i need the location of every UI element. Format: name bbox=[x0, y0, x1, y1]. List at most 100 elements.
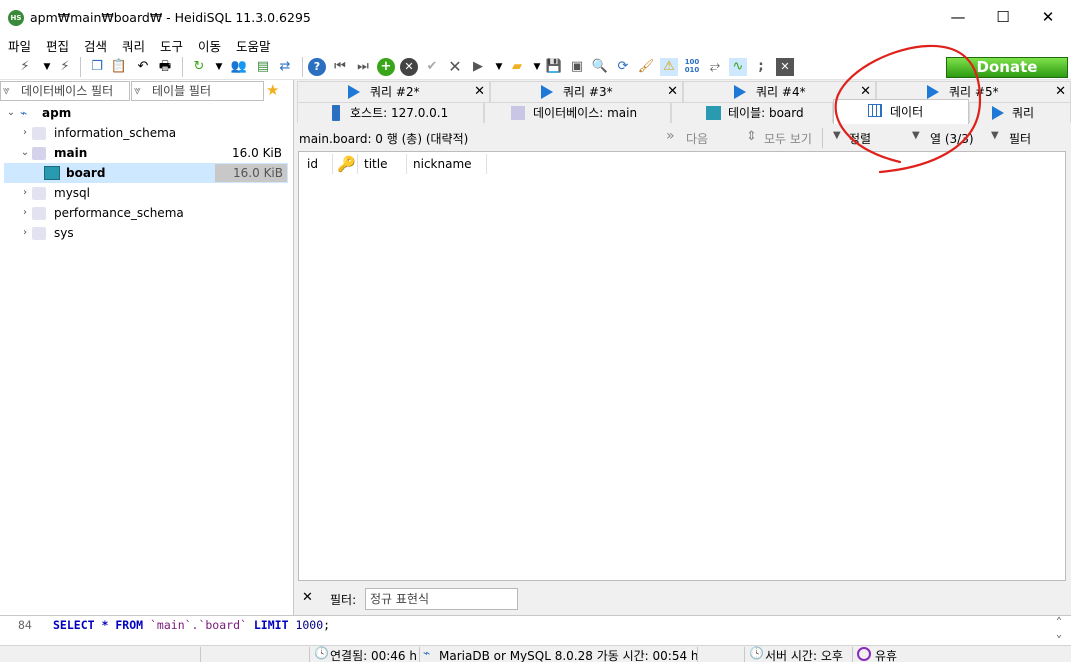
chevron-right-icon[interactable]: › bbox=[20, 223, 30, 243]
chevron-down-icon[interactable]: ⌄ bbox=[6, 103, 16, 123]
tab-host[interactable]: 호스트: 127.0.0.1 bbox=[297, 102, 484, 123]
warning-icon[interactable]: ⚠ bbox=[660, 58, 678, 76]
close-button[interactable]: ✕ bbox=[1025, 0, 1071, 34]
tree-item-label: mysql bbox=[54, 186, 90, 200]
tab-query-2[interactable]: 쿼리 #2* ✕ bbox=[297, 81, 490, 102]
connect-icon[interactable]: ⚡ bbox=[16, 58, 34, 76]
tree-item-board[interactable]: board 16.0 KiB bbox=[4, 163, 288, 183]
tree-item-performance-schema[interactable]: › performance_schema bbox=[0, 203, 290, 223]
menu-query[interactable]: 쿼리 bbox=[122, 36, 145, 55]
column-header-title[interactable]: title bbox=[357, 154, 407, 174]
undo-icon[interactable]: ↶ bbox=[134, 58, 152, 76]
tab-label: 호스트: 127.0.0.1 bbox=[350, 106, 449, 120]
title-bar: HS apm₩main₩board₩ - HeidiSQL 11.3.0.629… bbox=[0, 0, 1071, 34]
sql-log[interactable]: 84 SELECT * FROM `main`.`board` LIMIT 10… bbox=[0, 615, 1071, 645]
database-tree-panel: 데이터베이스 필터 ⩔ 테이블 필터 ⩔ ★ ⌄ ⌁ apm › informa… bbox=[0, 80, 294, 615]
dropdown-arrow-icon[interactable]: ▼ bbox=[490, 58, 508, 76]
next-button[interactable]: 다음 bbox=[686, 130, 708, 147]
database-filter-input[interactable]: 데이터베이스 필터 bbox=[0, 81, 130, 101]
window-title: apm₩main₩board₩ - HeidiSQL 11.3.0.6295 bbox=[30, 10, 311, 25]
play-icon bbox=[541, 85, 553, 99]
tab-query-3[interactable]: 쿼리 #3* ✕ bbox=[490, 81, 683, 102]
column-header-id[interactable]: id bbox=[301, 154, 333, 174]
maximize-button[interactable]: ☐ bbox=[980, 0, 1026, 34]
server-icon: ⌁ bbox=[20, 106, 28, 120]
dropdown-arrow-icon[interactable]: ▼ bbox=[38, 58, 56, 76]
tab-table[interactable]: 테이블: board bbox=[671, 102, 833, 123]
menu-tools[interactable]: 도구 bbox=[160, 36, 183, 55]
chevron-right-icon[interactable]: › bbox=[20, 183, 30, 203]
close-icon[interactable]: ✕ bbox=[667, 82, 678, 102]
print-icon[interactable]: 🖶 bbox=[156, 58, 174, 76]
delete-row-icon[interactable]: ✕ bbox=[400, 58, 418, 76]
menu-help[interactable]: 도움말 bbox=[236, 36, 271, 55]
tree-item-mysql[interactable]: › mysql bbox=[0, 183, 290, 203]
table-filter-input[interactable]: 테이블 필터 bbox=[131, 81, 264, 101]
run-icon[interactable]: ▶ bbox=[469, 58, 487, 76]
replace-icon[interactable]: ⟳ bbox=[614, 58, 632, 76]
primary-key-icon: 🔑 bbox=[337, 155, 356, 173]
help-icon[interactable]: ? bbox=[308, 58, 326, 76]
server-time: 서버 시간: 오후 bbox=[765, 649, 843, 662]
tree-item-information-schema[interactable]: › information_schema bbox=[0, 123, 290, 143]
menu-edit[interactable]: 편집 bbox=[46, 36, 69, 55]
copy-icon[interactable]: ❐ bbox=[88, 58, 106, 76]
last-record-icon[interactable]: ⏭ bbox=[354, 58, 372, 76]
refresh-icon[interactable]: ↻ bbox=[190, 58, 208, 76]
close-filter-button[interactable]: ✕ bbox=[302, 590, 313, 605]
minimize-button[interactable]: — bbox=[935, 0, 981, 34]
close-icon[interactable]: ✕ bbox=[1055, 82, 1066, 102]
cancel-icon[interactable]: ✕ bbox=[446, 58, 464, 76]
funnel-icon: ⩔ bbox=[134, 83, 141, 97]
import-icon[interactable]: ⇄ bbox=[276, 58, 294, 76]
user-manager-icon[interactable]: 👥 bbox=[230, 58, 248, 76]
column-header-nickname[interactable]: nickname bbox=[407, 154, 487, 174]
close-tab-icon[interactable]: ✕ bbox=[776, 58, 794, 76]
dropdown-arrow-icon[interactable]: ▼ bbox=[528, 58, 546, 76]
close-icon[interactable]: ✕ bbox=[474, 82, 485, 102]
scroll-up-icon[interactable]: ⌃ bbox=[1056, 616, 1062, 627]
database-icon bbox=[32, 227, 46, 240]
search-icon[interactable]: 🔍 bbox=[591, 58, 609, 76]
disconnect-icon[interactable]: ⚡ bbox=[56, 58, 74, 76]
semicolon-icon[interactable]: ; bbox=[752, 58, 770, 76]
tree-item-label: apm bbox=[42, 106, 72, 120]
autocomplete-icon[interactable]: ∿ bbox=[729, 58, 747, 76]
filter-regex-input[interactable]: 정규 표현식 bbox=[365, 588, 518, 610]
database-icon bbox=[32, 147, 46, 160]
tree-item-sys[interactable]: › sys bbox=[0, 223, 290, 243]
chevron-right-icon[interactable]: › bbox=[20, 203, 30, 223]
tree-item-size: 16.0 KiB bbox=[232, 146, 282, 160]
favorite-star-icon[interactable]: ★ bbox=[266, 81, 279, 99]
filter-button[interactable]: 필터 bbox=[1009, 130, 1031, 147]
first-record-icon[interactable]: ⏮ bbox=[331, 58, 349, 76]
tree-item-main[interactable]: ⌄ main 16.0 KiB bbox=[0, 143, 290, 163]
menu-search[interactable]: 검색 bbox=[84, 36, 107, 55]
save-snippet-icon[interactable]: ▣ bbox=[568, 58, 586, 76]
open-folder-icon[interactable]: ▰ bbox=[508, 58, 526, 76]
save-icon[interactable]: 💾 bbox=[545, 58, 563, 76]
connected-time: 연결됨: 00:46 h bbox=[330, 649, 417, 662]
export-icon[interactable]: ▤ bbox=[254, 58, 272, 76]
add-row-icon[interactable]: + bbox=[377, 58, 395, 76]
menu-file[interactable]: 파일 bbox=[8, 36, 31, 55]
paste-icon[interactable]: 📋 bbox=[110, 58, 128, 76]
format-sql-icon[interactable]: 🖌 bbox=[637, 58, 655, 76]
scroll-down-icon[interactable]: ⌄ bbox=[1056, 629, 1062, 640]
chevron-down-icon[interactable]: ⌄ bbox=[20, 143, 30, 163]
wrap-icon[interactable]: ⥂ bbox=[706, 58, 724, 76]
tab-database[interactable]: 데이터베이스: main bbox=[484, 102, 671, 123]
tree-item-apm[interactable]: ⌄ ⌁ apm bbox=[0, 103, 290, 123]
post-icon[interactable]: ✔ bbox=[423, 58, 441, 76]
tree-item-label: information_schema bbox=[54, 126, 177, 140]
filter-label: 필터: bbox=[330, 593, 357, 607]
heidisql-window: HS apm₩main₩board₩ - HeidiSQL 11.3.0.629… bbox=[0, 0, 1071, 662]
tree-item-label: performance_schema bbox=[54, 206, 184, 220]
chevron-right-icon[interactable]: › bbox=[20, 123, 30, 143]
data-grid[interactable]: id 🔑 title nickname bbox=[298, 151, 1066, 581]
binary-icon[interactable]: 100 010 bbox=[683, 58, 701, 76]
show-all-button[interactable]: 모두 보기 bbox=[764, 130, 812, 147]
dropdown-arrow-icon[interactable]: ▼ bbox=[210, 58, 228, 76]
play-icon bbox=[734, 85, 746, 99]
menu-goto[interactable]: 이동 bbox=[198, 36, 221, 55]
